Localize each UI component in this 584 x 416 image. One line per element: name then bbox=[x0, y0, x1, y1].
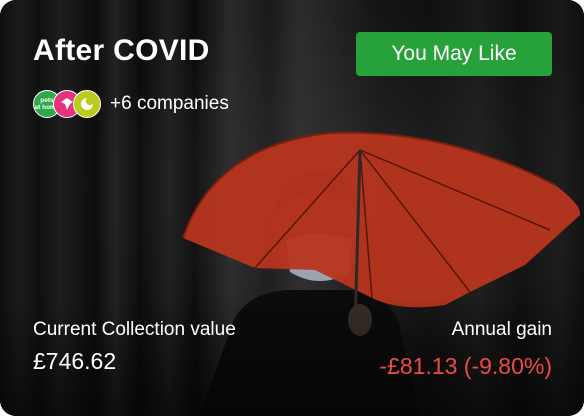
collection-title: After COVID bbox=[33, 34, 210, 67]
companies-count-link[interactable]: +6 companies bbox=[110, 93, 229, 115]
collection-value: £746.62 bbox=[33, 348, 117, 374]
collection-card[interactable]: After COVID You May Like pets at home +6 … bbox=[0, 0, 584, 416]
collection-value-label: Current Collection value bbox=[33, 319, 236, 340]
company-logos[interactable]: pets at home bbox=[33, 90, 103, 120]
zoo-logo-icon bbox=[73, 90, 101, 118]
you-may-like-button[interactable]: You May Like bbox=[356, 32, 552, 76]
annual-gain-value: -£81.13 (-9.80%) bbox=[379, 353, 552, 379]
annual-gain-label: Annual gain bbox=[451, 319, 552, 340]
